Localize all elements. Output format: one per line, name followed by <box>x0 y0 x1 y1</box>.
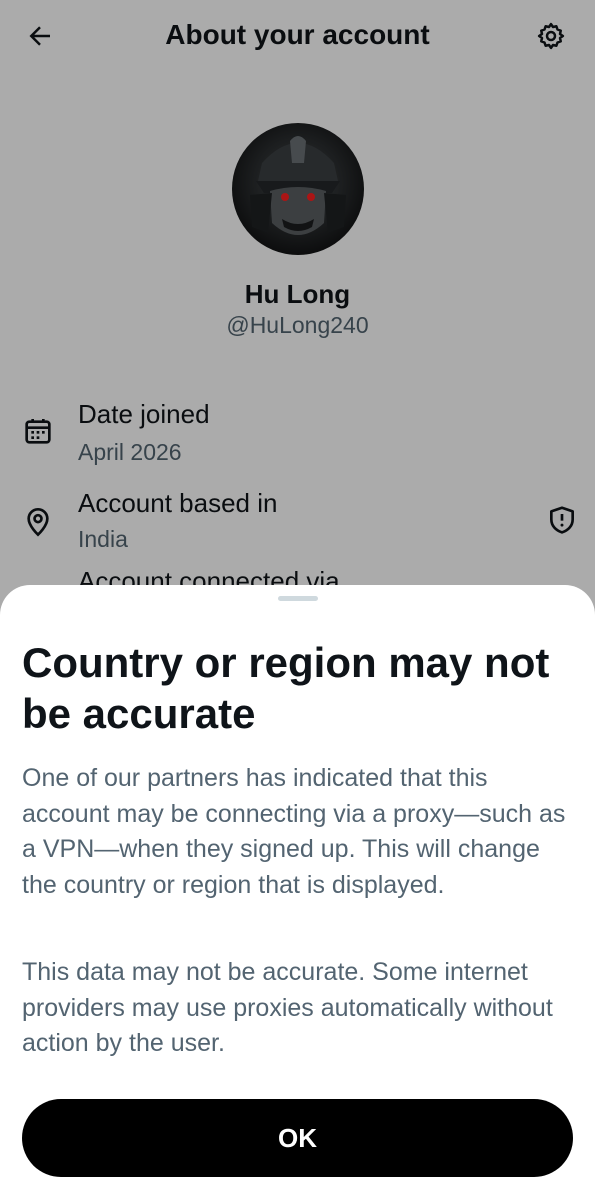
sheet-title: Country or region may not be accurate <box>22 639 550 737</box>
sheet-paragraph-1: One of our partners has indicated that t… <box>22 764 566 899</box>
sheet-paragraph-2: This data may not be accurate. Some inte… <box>22 958 553 1057</box>
ok-button[interactable]: OK <box>22 1099 573 1177</box>
bottom-sheet: Country or region may not be accurate On… <box>0 585 595 1200</box>
sheet-drag-handle[interactable] <box>278 596 318 601</box>
